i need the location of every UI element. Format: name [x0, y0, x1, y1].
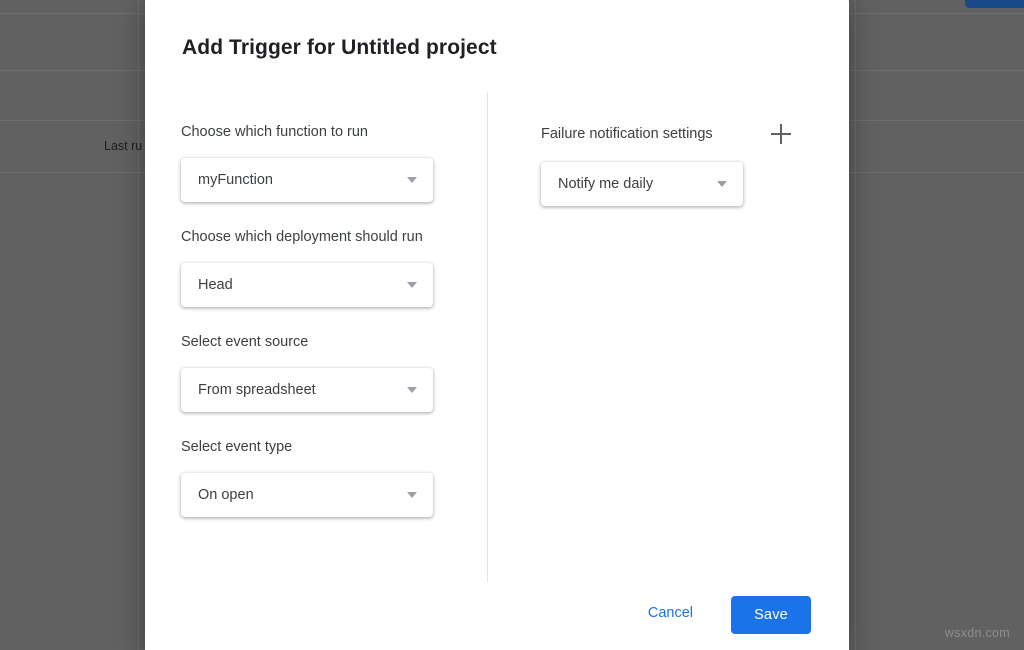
failure-notification-column: Failure notification settings Notify me …: [541, 122, 821, 206]
save-button[interactable]: Save: [731, 596, 811, 634]
field-function-to-run: Choose which function to run myFunction: [181, 122, 471, 202]
add-trigger-dialog: Add Trigger for Untitled project Choose …: [145, 0, 849, 650]
dialog-title: Add Trigger for Untitled project: [182, 36, 497, 60]
notification-frequency-dropdown[interactable]: Notify me daily: [541, 162, 743, 206]
event-type-dropdown[interactable]: On open: [181, 473, 433, 517]
deployment-dropdown[interactable]: Head: [181, 263, 433, 307]
field-label: Select event source: [181, 332, 471, 352]
dropdown-selected-value: From spreadsheet: [198, 382, 407, 398]
watermark-label: wsxdn.com: [945, 626, 1010, 640]
chevron-down-icon: [407, 282, 417, 288]
dropdown-selected-value: On open: [198, 487, 407, 503]
failure-notification-header: Failure notification settings: [541, 122, 793, 146]
field-label: Choose which function to run: [181, 122, 471, 142]
chevron-down-icon: [717, 181, 727, 187]
background-last-run-label: Last ru: [104, 139, 142, 153]
dialog-footer: Cancel Save: [145, 596, 849, 650]
plus-icon[interactable]: [769, 122, 793, 146]
function-to-run-dropdown[interactable]: myFunction: [181, 158, 433, 202]
dropdown-selected-value: myFunction: [198, 172, 407, 188]
trigger-settings-column: Choose which function to run myFunction …: [181, 122, 471, 542]
column-divider: [487, 92, 488, 582]
field-deployment-to-run: Choose which deployment should run Head: [181, 227, 471, 307]
chevron-down-icon: [407, 387, 417, 393]
dropdown-selected-value: Notify me daily: [558, 176, 717, 192]
field-label: Select event type: [181, 437, 471, 457]
event-source-dropdown[interactable]: From spreadsheet: [181, 368, 433, 412]
cancel-button[interactable]: Cancel: [636, 596, 705, 630]
field-label: Failure notification settings: [541, 124, 763, 144]
field-event-source: Select event source From spreadsheet: [181, 332, 471, 412]
background-column-divider: [855, 0, 856, 650]
chevron-down-icon: [407, 492, 417, 498]
field-label: Choose which deployment should run: [181, 227, 471, 247]
background-column-divider: [138, 0, 139, 650]
chevron-down-icon: [407, 177, 417, 183]
field-event-type: Select event type On open: [181, 437, 471, 517]
dropdown-selected-value: Head: [198, 277, 407, 293]
background-primary-button[interactable]: [965, 0, 1024, 8]
